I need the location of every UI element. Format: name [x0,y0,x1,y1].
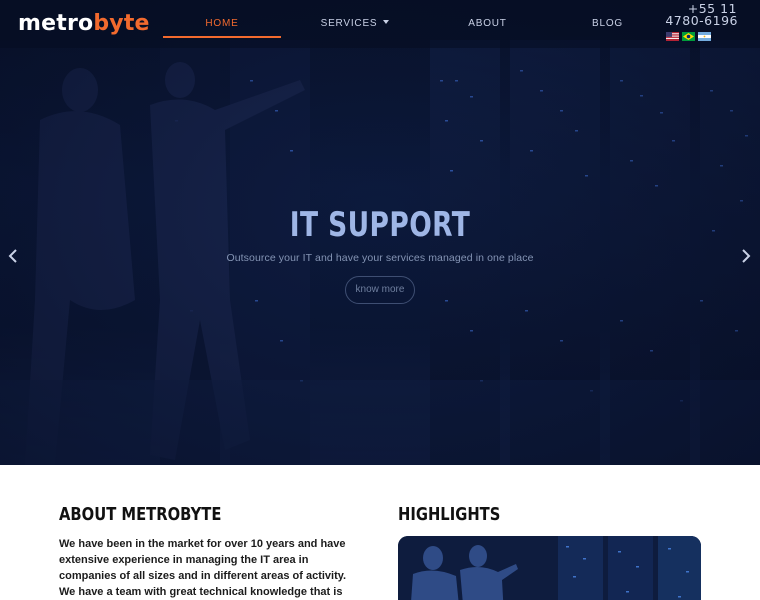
about-title: ABOUT METROBYTE [59,504,222,525]
highlights-title: HIGHLIGHTS [398,504,501,525]
hero-title: IT SUPPORT [289,205,471,245]
about-text: We have been in the market for over 10 y… [59,538,347,598]
server-room-photo [398,536,701,600]
caret-down-icon [383,20,390,25]
nav-home[interactable]: HOME [163,18,281,38]
phone-number[interactable]: +55 11 4780-6196 [658,2,738,28]
top-navigation: metrobyte HOME SERVICES ABOUT BLOG +55 1… [0,0,760,48]
carousel-prev-arrow[interactable] [6,248,20,264]
chevron-left-icon [8,249,17,263]
phone-line-2: 4780-6196 [665,13,738,28]
nav-blog[interactable]: BLOG [560,18,655,38]
logo-byte: byte [93,11,150,36]
logo-metro: metro [18,11,94,36]
chevron-right-icon [742,249,751,263]
carousel-next-arrow[interactable] [739,248,753,264]
nav-services-label: SERVICES [320,18,378,29]
us-flag-icon[interactable] [666,32,679,41]
nav-active-underline [163,36,281,38]
hero-banner: IT SUPPORT Outsource your IT and have yo… [0,0,760,465]
nav-about[interactable]: ABOUT [440,18,535,38]
know-more-button[interactable]: know more [345,276,415,304]
highlights-image[interactable] [398,536,701,600]
nav-services[interactable]: SERVICES [300,18,410,38]
metrobyte-logo[interactable]: metrobyte [18,10,150,38]
brazil-flag-icon[interactable] [682,32,695,41]
language-flags [666,32,711,41]
hero-subtitle: Outsource your IT and have your services… [226,252,534,264]
argentina-flag-icon[interactable] [698,32,711,41]
